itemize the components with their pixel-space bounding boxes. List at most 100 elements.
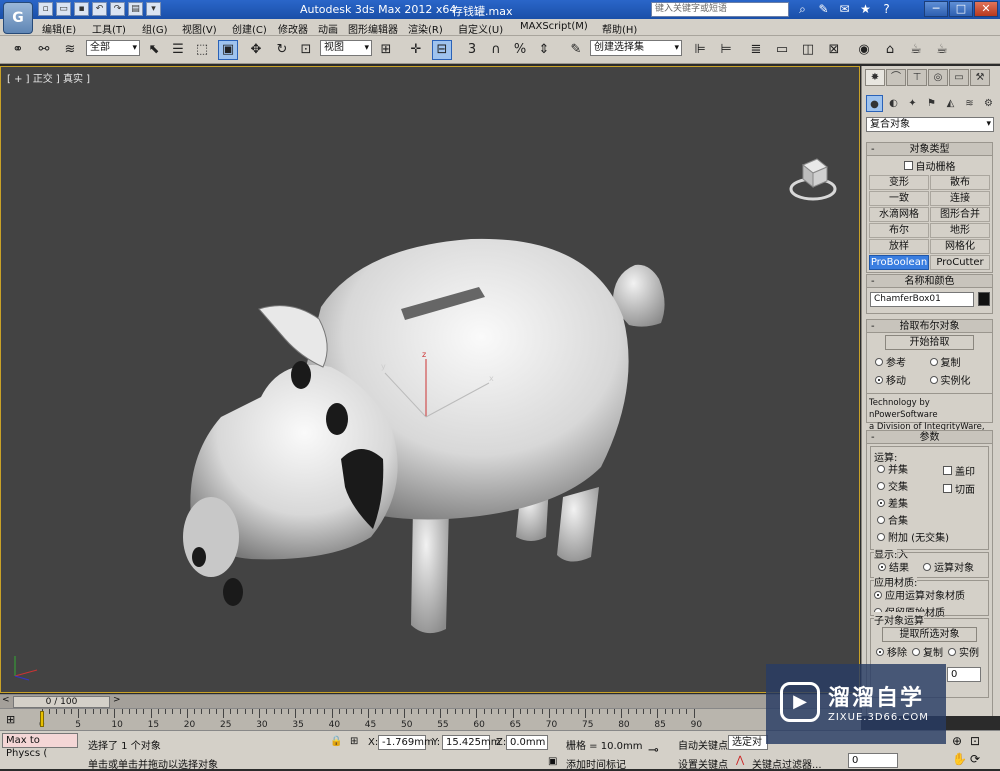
maximize-button[interactable]: □: [949, 1, 973, 17]
motion-tab-icon[interactable]: ◎: [928, 69, 948, 86]
save-icon[interactable]: ▪: [74, 2, 89, 16]
selection-filter-select[interactable]: 全部: [86, 40, 140, 56]
cameras-icon[interactable]: ⚑: [923, 95, 940, 112]
select-by-name-icon[interactable]: ☰: [168, 40, 188, 60]
new-file-icon[interactable]: ▫: [38, 2, 53, 16]
connect-button[interactable]: 连接: [930, 191, 990, 206]
perspective-viewport[interactable]: [ + ] 正交 ] 真实 ] z x y: [0, 66, 860, 693]
menu-modifiers[interactable]: 修改器: [278, 21, 308, 36]
hierarchy-tab-icon[interactable]: ⊤: [907, 69, 927, 86]
viewcube-icon[interactable]: [789, 155, 839, 205]
align-icon[interactable]: ⊨: [716, 40, 736, 60]
move-radio[interactable]: 移动: [875, 372, 930, 387]
render-production-icon[interactable]: ☕: [932, 40, 952, 60]
zoom-icon[interactable]: ⊕: [952, 734, 962, 748]
mesher-button[interactable]: 网格化: [930, 239, 990, 254]
cookie-checkbox[interactable]: 切面: [943, 481, 975, 496]
piggy-bank-model[interactable]: z x y: [1, 67, 859, 692]
menu-rendering[interactable]: 渲染(R): [408, 21, 443, 36]
subobject-spinner[interactable]: 0: [947, 667, 981, 682]
morph-button[interactable]: 变形: [869, 175, 929, 190]
display-result-radio[interactable]: 结果: [878, 559, 909, 574]
app-logo-icon[interactable]: G: [3, 2, 33, 34]
procutter-button[interactable]: ProCutter: [930, 255, 990, 270]
menu-views[interactable]: 视图(V): [182, 21, 217, 36]
pivot-center-icon[interactable]: ⊞: [376, 40, 396, 60]
lock-selection-icon[interactable]: 🔒: [330, 736, 342, 747]
create-tab-icon[interactable]: ✸: [865, 69, 885, 86]
remove-radio[interactable]: 移除: [876, 644, 907, 659]
infocenter-search-input[interactable]: 键入关键字或短语: [651, 2, 789, 17]
mini-curve-editor-icon[interactable]: ⊞: [6, 713, 15, 726]
mirror-icon[interactable]: ⊫: [690, 40, 710, 60]
modify-tab-icon[interactable]: ⌒: [886, 69, 906, 86]
snaps-toggle-icon[interactable]: 3: [462, 40, 482, 60]
absolute-mode-icon[interactable]: ⊞: [350, 736, 358, 747]
intersection-radio[interactable]: 交集: [877, 478, 949, 493]
help-icon[interactable]: ?: [879, 2, 894, 17]
keyboard-shortcut-override-icon[interactable]: ⊟: [432, 40, 452, 60]
systems-icon[interactable]: ⚙: [980, 95, 997, 112]
key-filter-icon[interactable]: ⋀: [736, 755, 744, 766]
blobmesh-button[interactable]: 水滴网格: [869, 207, 929, 222]
material-editor-icon[interactable]: ◉: [854, 40, 874, 60]
utilities-tab-icon[interactable]: ⚒: [970, 69, 990, 86]
loft-button[interactable]: 放样: [869, 239, 929, 254]
menu-group[interactable]: 组(G): [142, 21, 168, 36]
curve-editor-icon[interactable]: ◫: [798, 40, 818, 60]
percent-snap-icon[interactable]: %: [510, 40, 530, 60]
rollout-header[interactable]: 拾取布尔对象: [867, 320, 992, 333]
binoculars-icon[interactable]: ⌕: [795, 2, 810, 17]
rendered-frame-icon[interactable]: ☕: [906, 40, 926, 60]
layer-manager-icon[interactable]: ≣: [746, 40, 766, 60]
menu-maxscript[interactable]: MAXScript(M): [520, 21, 588, 32]
display-tab-icon[interactable]: ▭: [949, 69, 969, 86]
spacewarps-icon[interactable]: ≋: [961, 95, 978, 112]
named-selection-select[interactable]: 创建选择集: [590, 40, 682, 56]
object-name-input[interactable]: ChamferBox01: [870, 292, 974, 307]
y-coord-input[interactable]: 15.425mm: [442, 735, 500, 750]
reference-radio[interactable]: 参考: [875, 354, 930, 369]
menu-graph-editors[interactable]: 图形编辑器: [348, 21, 398, 36]
schematic-view-icon[interactable]: ⊠: [824, 40, 844, 60]
orbit-icon[interactable]: ⟳: [970, 752, 980, 766]
object-color-swatch[interactable]: [978, 292, 990, 306]
subscription-icon[interactable]: ✎: [816, 2, 831, 17]
move-icon[interactable]: ✥: [246, 40, 266, 60]
shapemerge-button[interactable]: 图形合并: [930, 207, 990, 222]
open-file-icon[interactable]: ▭: [56, 2, 71, 16]
time-slider[interactable]: < 0 / 100 >: [0, 694, 861, 708]
auto-key-button[interactable]: 自动关键点: [678, 737, 728, 752]
copy-radio[interactable]: 复制: [929, 354, 985, 369]
menu-tools[interactable]: 工具(T): [92, 21, 126, 36]
attach-radio[interactable]: 附加 (无交集): [877, 529, 949, 544]
pan-icon[interactable]: ✋: [952, 752, 967, 766]
rollout-header[interactable]: 名称和颜色: [867, 275, 992, 288]
menu-customize[interactable]: 自定义(U): [458, 21, 503, 36]
z-coord-input[interactable]: 0.0mm: [506, 735, 548, 750]
union-radio[interactable]: 并集: [877, 461, 949, 476]
prev-frame-icon[interactable]: <: [2, 695, 10, 705]
next-frame-icon[interactable]: >: [113, 695, 121, 705]
imprint-checkbox[interactable]: 盖印: [943, 463, 975, 478]
track-bar[interactable]: ⊞ 051015202530354045505560657075808590: [0, 708, 861, 730]
bind-space-warp-icon[interactable]: ≋: [60, 40, 80, 60]
current-frame-input[interactable]: 0: [848, 753, 898, 768]
extract-selected-button[interactable]: 提取所选对象: [882, 627, 977, 642]
conform-button[interactable]: 一致: [869, 191, 929, 206]
add-time-tag-icon[interactable]: ▣: [548, 756, 557, 767]
subtraction-radio[interactable]: 差集: [877, 495, 949, 510]
merge-radio[interactable]: 合集: [877, 512, 949, 527]
menu-help[interactable]: 帮助(H): [602, 21, 637, 36]
link-icon[interactable]: ⚭: [8, 40, 28, 60]
sub-instance-radio[interactable]: 实例: [948, 644, 979, 659]
maxscript-listener-input[interactable]: Max to Physcs (: [2, 733, 78, 759]
favorites-icon[interactable]: ★: [858, 2, 873, 17]
proboolean-button[interactable]: ProBoolean: [869, 255, 929, 270]
apply-operand-material-radio[interactable]: 应用运算对象材质: [874, 587, 985, 602]
unlink-icon[interactable]: ⚯: [34, 40, 54, 60]
select-manipulate-icon[interactable]: ✛: [406, 40, 426, 60]
boolean-button[interactable]: 布尔: [869, 223, 929, 238]
object-category-select[interactable]: 复合对象: [866, 117, 994, 132]
select-object-icon[interactable]: ⬉: [144, 40, 164, 60]
